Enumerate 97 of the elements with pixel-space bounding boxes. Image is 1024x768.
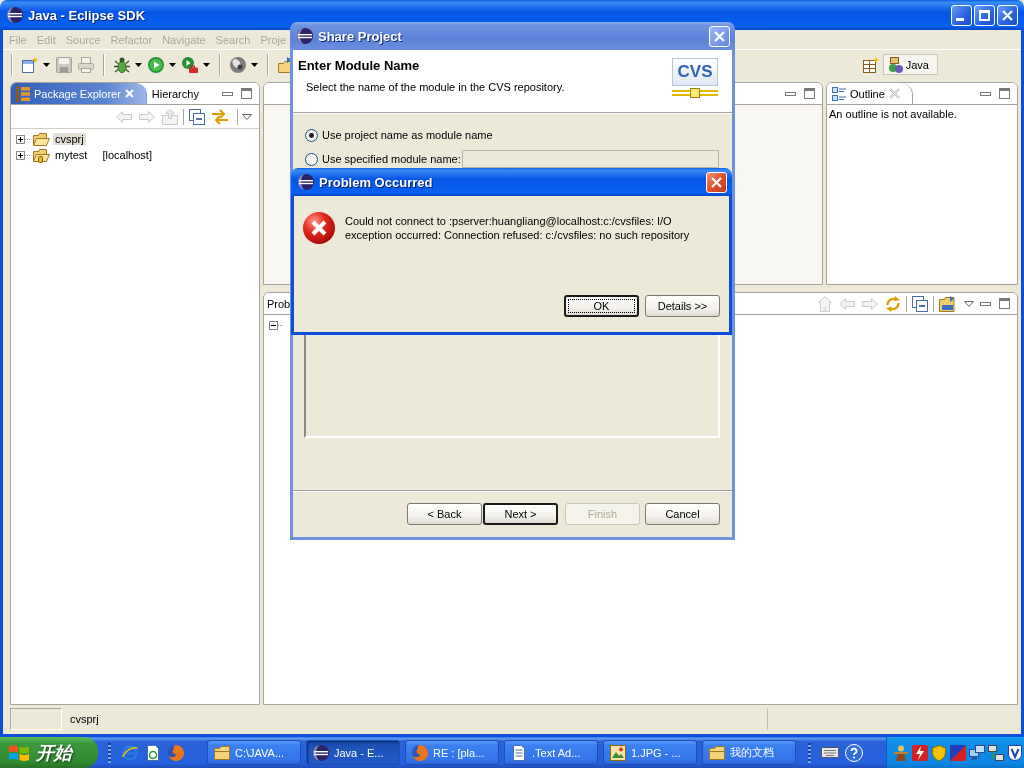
disc-icon[interactable] [230, 56, 246, 73]
logo-text: CVS [671, 58, 719, 86]
maximize-icon[interactable] [241, 88, 252, 99]
shield-mark-icon[interactable] [1007, 744, 1023, 761]
table-star-icon[interactable] [862, 56, 879, 73]
status-field [10, 708, 62, 730]
outline-message: An outline is not available. [828, 107, 958, 121]
error-message: Could not connect to :pserver:huangliang@localhost:c:/cvsfiles: I/O exception occurred: Connection refused: c:/cvsfiles: no such repository [345, 214, 691, 242]
caret-icon[interactable] [43, 62, 50, 67]
play-icon[interactable] [148, 56, 164, 73]
view-menu-icon[interactable] [964, 300, 974, 307]
caret-icon[interactable] [169, 62, 176, 67]
page-icon[interactable] [145, 744, 161, 761]
tree-item[interactable]: mytest [53, 149, 90, 161]
window-title: Java - Eclipse SDK [28, 7, 146, 23]
new-window-icon[interactable] [22, 56, 38, 73]
task-button[interactable]: .Text Ad... [504, 740, 598, 765]
caret-icon[interactable] [251, 62, 258, 67]
help-icon[interactable] [845, 743, 863, 762]
keyboard-icon[interactable] [821, 747, 839, 758]
picture-icon [610, 744, 626, 761]
expand-icon[interactable] [16, 150, 30, 160]
maximize-icon [979, 9, 990, 21]
fox-globe-icon [412, 744, 428, 761]
close-icon [1002, 9, 1013, 21]
dialog-button[interactable]: Details >> [645, 295, 720, 317]
dialog-button[interactable]: OK [564, 295, 639, 317]
dialog-title: Share Project [318, 28, 402, 44]
task-button[interactable]: C:\JAVA... [207, 740, 301, 765]
dialog-button[interactable]: Cancel [645, 503, 720, 525]
monitors-icon[interactable] [969, 744, 985, 761]
tree-item-annotation: [localhost] [102, 149, 152, 161]
collapse-all-icon[interactable] [189, 108, 205, 125]
minimize-button[interactable] [951, 4, 972, 26]
error-icon [303, 212, 335, 244]
package-stack-icon [16, 85, 30, 102]
close-icon [714, 30, 725, 42]
tree-item[interactable]: cvsprj [53, 133, 86, 145]
view-tab[interactable]: Package Explorer [11, 83, 147, 104]
eclipse-logo-icon [7, 7, 23, 23]
task-button[interactable]: 1.JPG - ... [603, 740, 697, 765]
bug-icon[interactable] [114, 56, 130, 73]
view-tab[interactable]: Hierarchy [146, 83, 207, 104]
folder-icon [709, 745, 725, 760]
status-text: cvsprj [70, 713, 99, 725]
globe-icon[interactable] [122, 744, 138, 761]
start-button[interactable]: 开始 [0, 737, 98, 768]
minimize-icon [956, 17, 964, 21]
minimize-icon[interactable] [222, 91, 233, 96]
maximize-icon[interactable] [999, 88, 1010, 99]
page-heading: Enter Module Name [298, 58, 421, 73]
task-button[interactable]: 我的文档 [702, 740, 796, 765]
eclipse-logo-icon [298, 174, 314, 190]
eclipse-logo-icon [297, 28, 313, 44]
radio-icon[interactable] [305, 128, 318, 142]
task-button[interactable]: RE : [pla... [405, 740, 499, 765]
minimize-icon[interactable] [785, 91, 796, 96]
minimize-icon[interactable] [980, 301, 991, 306]
maximize-button[interactable] [974, 4, 995, 26]
connector-icon [672, 88, 718, 98]
perspective-icon [887, 56, 904, 73]
view-menu-icon[interactable] [242, 113, 252, 120]
close-button[interactable] [706, 171, 727, 193]
view-tab[interactable]: Prob [264, 293, 291, 314]
maximize-icon[interactable] [804, 88, 815, 99]
dialog-button[interactable]: < Back [407, 503, 482, 525]
network-icon[interactable] [988, 744, 1004, 761]
view-tab[interactable]: Outline [827, 83, 913, 104]
document-icon [511, 744, 527, 761]
collapse-all-icon[interactable] [912, 295, 928, 312]
shield-icon[interactable] [931, 744, 947, 761]
eclipse-logo-icon [313, 744, 329, 761]
collapse-icon[interactable] [269, 320, 283, 330]
dialog-button[interactable]: Next > [483, 503, 558, 525]
cvs-folder-icon[interactable] [939, 295, 955, 312]
minimize-icon[interactable] [980, 91, 991, 96]
dialog-title: Problem Occurred [319, 174, 433, 190]
close-icon [711, 176, 722, 188]
expand-icon[interactable] [16, 134, 30, 144]
folder-icon [214, 745, 230, 760]
figure-icon[interactable] [893, 744, 909, 761]
split-tile-icon[interactable] [950, 744, 966, 761]
task-button[interactable]: Java - E... [306, 740, 400, 765]
radio-option[interactable]: Use specified module name: [305, 152, 461, 166]
maximize-icon[interactable] [999, 298, 1010, 309]
play-toolbox-icon[interactable] [182, 56, 198, 73]
outline-icon [832, 86, 846, 101]
close-button[interactable] [709, 25, 730, 47]
windows-flag-icon [9, 743, 29, 762]
radio-option[interactable]: Use project name as module name [305, 128, 493, 142]
page-description: Select the name of the module in the CVS repository. [306, 81, 566, 93]
caret-icon[interactable] [135, 62, 142, 67]
close-button[interactable] [997, 4, 1018, 26]
radio-icon[interactable] [305, 152, 318, 166]
perspective-button[interactable]: Java [882, 54, 938, 75]
caret-icon[interactable] [203, 62, 210, 67]
bolt-tile-icon[interactable] [912, 744, 928, 761]
